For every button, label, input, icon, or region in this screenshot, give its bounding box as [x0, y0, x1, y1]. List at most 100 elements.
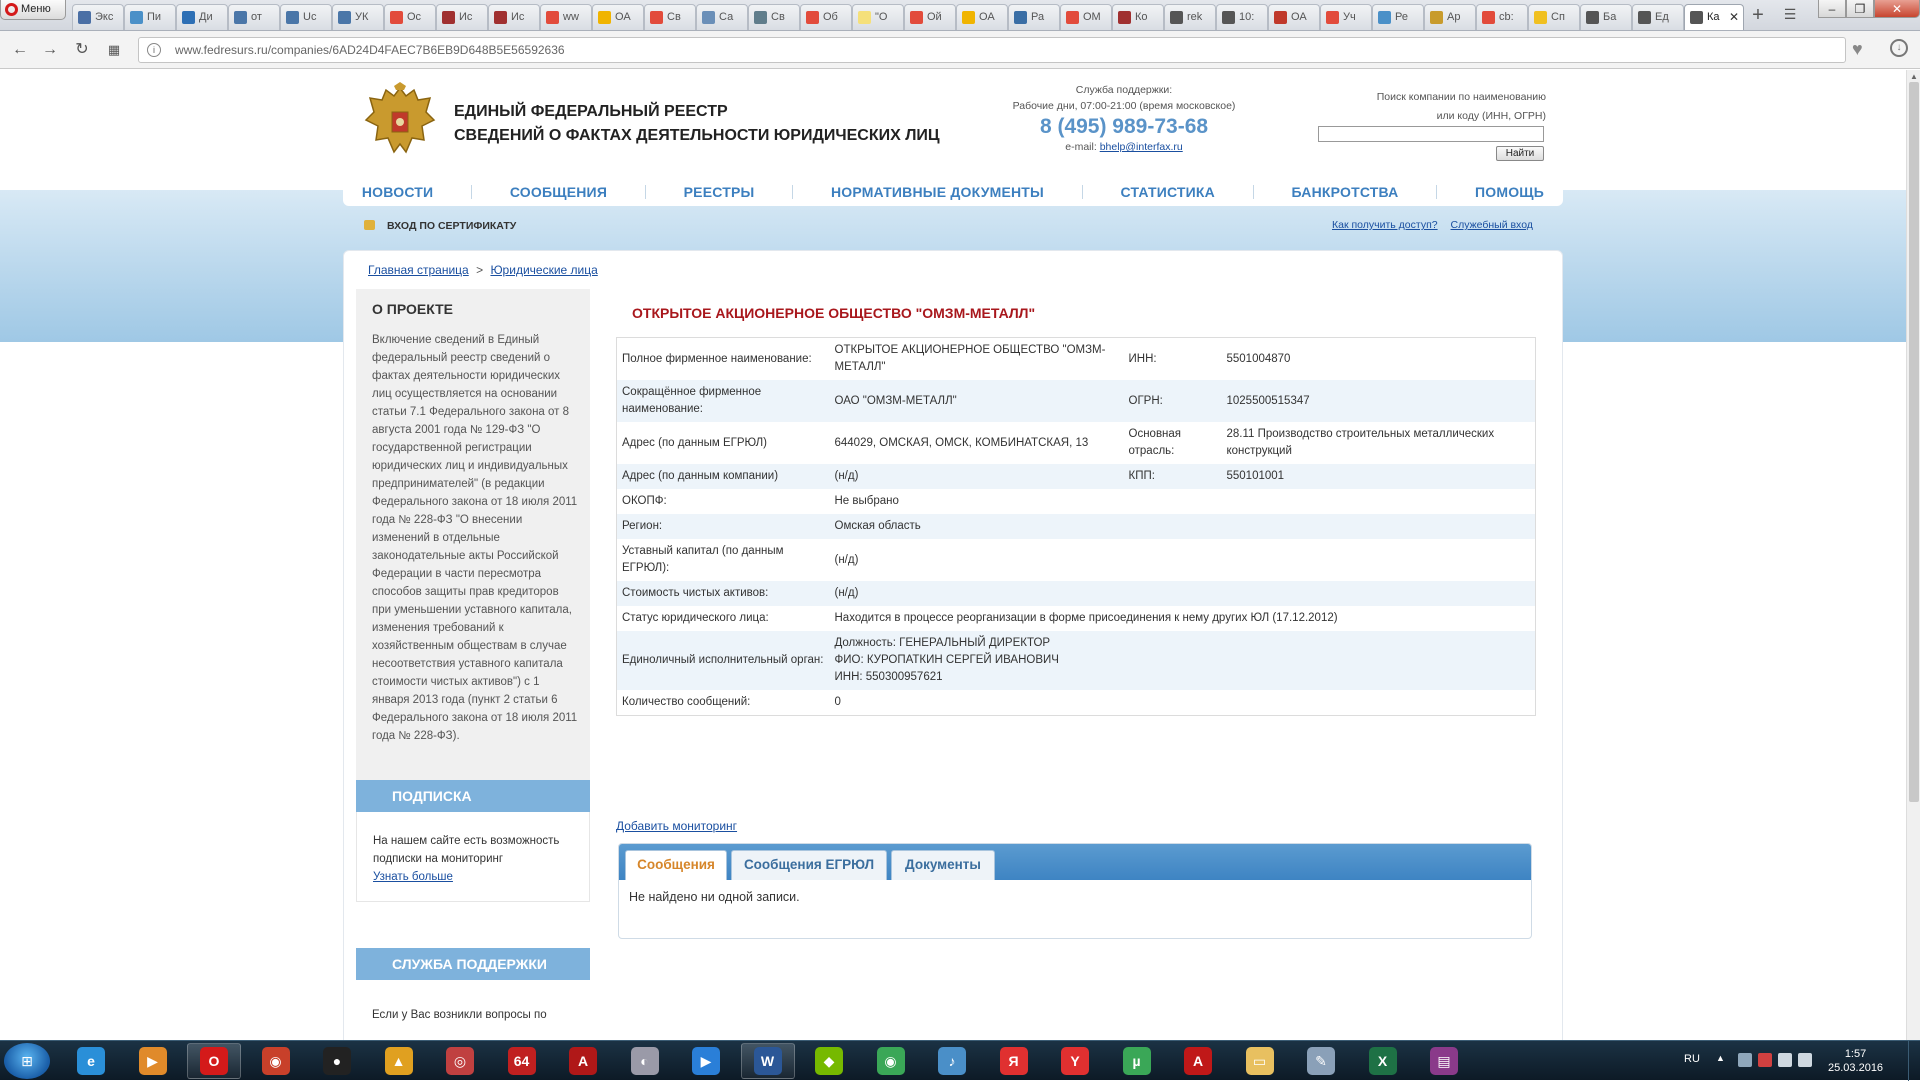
search-button[interactable]: Найти [1496, 146, 1544, 161]
taskbar-word-button[interactable]: W [740, 1043, 795, 1079]
taskbar-chrome-button[interactable]: ◉ [864, 1043, 918, 1079]
taskbar-excel-button[interactable]: X [1356, 1043, 1410, 1079]
browser-tab[interactable]: "О [852, 4, 904, 30]
tab-documents[interactable]: Документы [891, 850, 995, 880]
taskbar-app-globe-button[interactable]: ◎ [433, 1043, 487, 1079]
taskbar-app-eye-button[interactable]: ◉ [249, 1043, 303, 1079]
taskbar-app-tools-button[interactable]: ✎ [1294, 1043, 1348, 1079]
browser-tab[interactable]: ОМ [1060, 4, 1112, 30]
maximize-button[interactable]: ❐ [1846, 0, 1874, 18]
browser-tab[interactable]: Ка ✕ [1684, 4, 1744, 30]
taskbar-media-player-button[interactable]: ▶ [126, 1043, 180, 1079]
browser-tab[interactable]: Ра [1008, 4, 1060, 30]
taskbar-app-play-button[interactable]: ▶ [679, 1043, 733, 1079]
browser-tab[interactable]: Уч [1320, 4, 1372, 30]
taskbar-app-64-button[interactable]: 64 [495, 1043, 549, 1079]
browser-tab[interactable]: от [228, 4, 280, 30]
taskbar-opera-button[interactable]: O [187, 1043, 241, 1079]
nav-item[interactable]: СТАТИСТИКА [1121, 184, 1216, 200]
browser-tab[interactable]: Сп [1528, 4, 1580, 30]
tab-messages[interactable]: Сообщения [625, 850, 727, 880]
taskbar-speaker-button[interactable]: ♪ [925, 1043, 979, 1079]
taskbar-nvidia-button[interactable]: ◆ [802, 1043, 856, 1079]
breadcrumb-legal-entities-link[interactable]: Юридические лица [490, 263, 597, 277]
browser-tab[interactable]: Ис [436, 4, 488, 30]
browser-tab[interactable]: Ой [904, 4, 956, 30]
tray-expand-icon[interactable]: ▲ [1716, 1053, 1725, 1063]
nav-item[interactable]: РЕЕСТРЫ [684, 184, 755, 200]
taskbar-ie-button[interactable]: e [64, 1043, 118, 1079]
breadcrumb-home-link[interactable]: Главная страница [368, 263, 469, 277]
taskbar-utorrent-button[interactable]: µ [1110, 1043, 1164, 1079]
speed-dial-icon[interactable]: ▦ [104, 40, 124, 60]
volume-icon[interactable] [1798, 1053, 1812, 1067]
tray-alert-icon[interactable] [1758, 1053, 1772, 1067]
taskbar-app-disc-button[interactable]: ◐ [618, 1043, 672, 1079]
taskbar-app-120x-button[interactable]: A [556, 1043, 610, 1079]
browser-tab[interactable]: rek [1164, 4, 1216, 30]
language-indicator[interactable]: RU [1684, 1053, 1700, 1065]
browser-tab[interactable]: Ар [1424, 4, 1476, 30]
show-desktop-button[interactable] [1908, 1041, 1920, 1081]
browser-tab[interactable]: cb: [1476, 4, 1528, 30]
tab-menu-icon[interactable]: ☰ [1780, 6, 1800, 26]
browser-tab[interactable]: Ко [1112, 4, 1164, 30]
download-icon[interactable]: ↓ [1890, 39, 1908, 57]
site-info-icon[interactable]: i [147, 43, 161, 57]
tray-app-icon[interactable] [1738, 1053, 1752, 1067]
browser-tab[interactable]: ww [540, 4, 592, 30]
support-email-link[interactable]: bhelp@interfax.ru [1100, 141, 1183, 153]
browser-tab[interactable]: ОА [956, 4, 1008, 30]
start-button[interactable]: ⊞ [4, 1043, 50, 1079]
minimize-button[interactable]: – [1818, 0, 1846, 18]
browser-tab[interactable]: УК [332, 4, 384, 30]
back-arrow-icon[interactable]: ← [10, 40, 30, 60]
taskbar-yandex-button[interactable]: Я [987, 1043, 1041, 1079]
tab-egrul-messages[interactable]: Сообщения ЕГРЮЛ [731, 850, 887, 880]
taskbar-acrobat-button[interactable]: A [1171, 1043, 1225, 1079]
browser-tab[interactable]: ОА [1268, 4, 1320, 30]
learn-more-link[interactable]: Узнать больше [373, 871, 453, 883]
browser-tab[interactable]: Ед [1632, 4, 1684, 30]
url-field[interactable]: i www.fedresurs.ru/companies/6AD24D4FAEC… [138, 37, 1846, 63]
taskbar-yandex-browser-button[interactable]: Y [1048, 1043, 1102, 1079]
browser-tab[interactable]: Об [800, 4, 852, 30]
browser-tab[interactable]: Uc [280, 4, 332, 30]
close-tab-icon[interactable]: ✕ [1729, 10, 1739, 24]
browser-tab[interactable]: Св [748, 4, 800, 30]
taskbar-app-triangle-button[interactable]: ▲ [372, 1043, 426, 1079]
service-login-link[interactable]: Служебный вход [1451, 219, 1533, 231]
bookmark-heart-icon[interactable]: ♥ [1852, 39, 1863, 60]
taskbar-winrar-button[interactable]: ▤ [1417, 1043, 1471, 1079]
browser-tab[interactable]: Са [696, 4, 748, 30]
company-search-input[interactable] [1318, 126, 1544, 142]
scrollbar-thumb[interactable] [1909, 82, 1919, 802]
forward-arrow-icon[interactable]: → [40, 40, 60, 60]
browser-tab[interactable]: Ди [176, 4, 228, 30]
browser-tab[interactable]: ОА [592, 4, 644, 30]
opera-menu-button[interactable]: Меню [0, 0, 66, 20]
browser-tab[interactable]: Экс [72, 4, 124, 30]
nav-item[interactable]: ПОМОЩЬ [1475, 184, 1544, 200]
new-tab-button[interactable]: + [1746, 4, 1770, 28]
reload-icon[interactable]: ↻ [72, 40, 92, 60]
nav-item[interactable]: НОРМАТИВНЫЕ ДОКУМЕНТЫ [831, 184, 1044, 200]
network-icon[interactable] [1778, 1053, 1792, 1067]
nav-item[interactable]: НОВОСТИ [362, 184, 433, 200]
browser-tab[interactable]: Ис [488, 4, 540, 30]
page-scrollbar[interactable]: ▲ [1906, 70, 1920, 1040]
nav-item[interactable]: СООБЩЕНИЯ [510, 184, 607, 200]
browser-tab[interactable]: Ре [1372, 4, 1424, 30]
browser-tab[interactable]: Ос [384, 4, 436, 30]
scroll-up-icon[interactable]: ▲ [1910, 72, 1918, 81]
how-to-get-access-link[interactable]: Как получить доступ? [1332, 219, 1438, 231]
taskbar-explorer-button[interactable]: ▭ [1233, 1043, 1287, 1079]
taskbar-app-panda-button[interactable]: ● [310, 1043, 364, 1079]
nav-item[interactable]: БАНКРОТСТВА [1292, 184, 1399, 200]
browser-tab[interactable]: Св [644, 4, 696, 30]
certificate-login-link[interactable]: ВХОД ПО СЕРТИФИКАТУ [364, 220, 516, 232]
browser-tab[interactable]: Пи [124, 4, 176, 30]
add-monitoring-link[interactable]: Добавить мониторинг [616, 819, 737, 833]
window-close-button[interactable]: ✕ [1874, 0, 1920, 18]
browser-tab[interactable]: Ба [1580, 4, 1632, 30]
